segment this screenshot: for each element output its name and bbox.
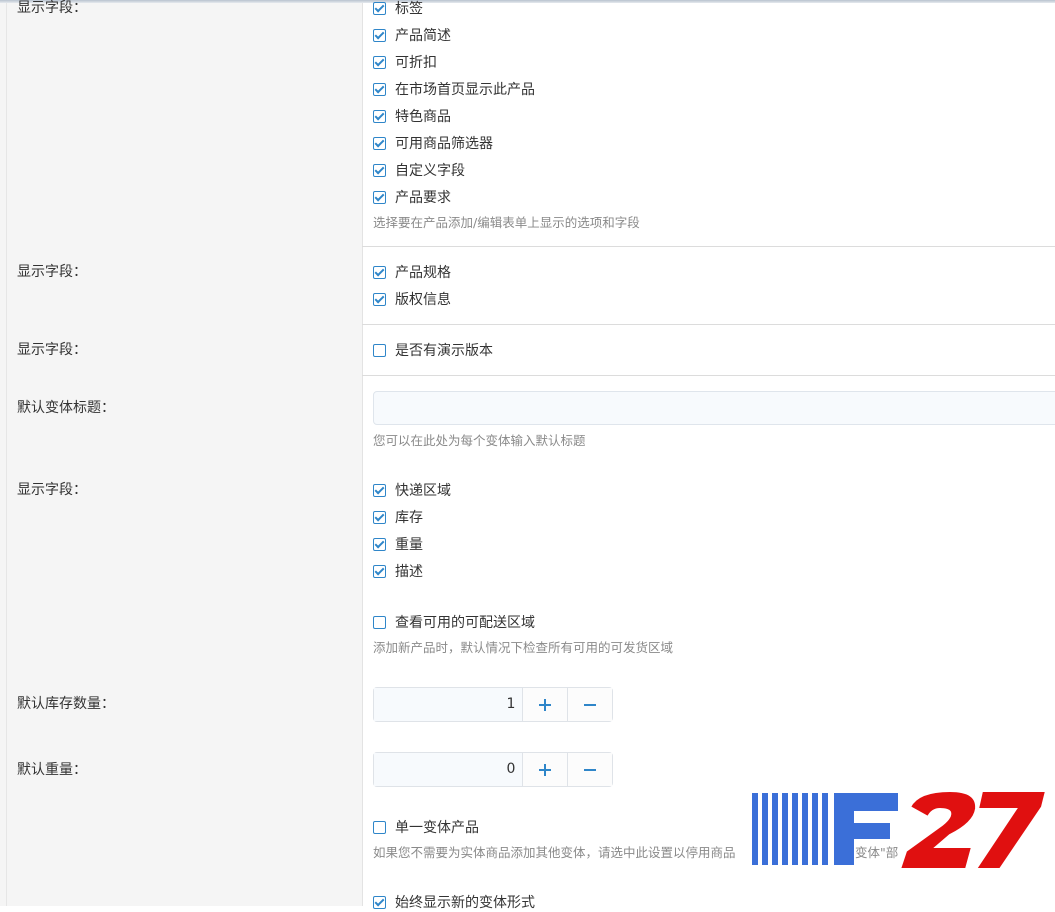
checkbox-show-on-homepage[interactable]: 在市场首页显示此产品: [373, 80, 535, 98]
checkbox-tags[interactable]: 标签: [373, 0, 423, 17]
checkbox-has-demo[interactable]: 是否有演示版本: [373, 341, 493, 359]
checkbox-checked-icon: [373, 136, 386, 150]
checkbox-checked-icon: [373, 564, 386, 578]
checkbox-product-summary[interactable]: 产品简述: [373, 26, 451, 44]
checkbox-view-available-zones[interactable]: 查看可用的可配送区域: [373, 613, 535, 631]
checkbox-checked-icon: [373, 55, 386, 69]
checkbox-stock[interactable]: 库存: [373, 508, 423, 526]
checkbox-checked-icon: [373, 163, 386, 177]
field-label-default-variant-title: 默认变体标题：: [17, 400, 115, 416]
checkbox-checked-icon: [373, 1, 386, 15]
field-label-display-fields-3: 显示字段：: [17, 342, 87, 358]
section8-hint: 如果您不需要为实体商品添加其他变体，请选中此设置以停用商品: [373, 845, 736, 860]
checkbox-shipping-zones[interactable]: 快递区域: [373, 481, 451, 499]
checkbox-checked-icon: [373, 895, 386, 909]
field-label-default-stock: 默认库存数量：: [17, 696, 115, 712]
section4-hint: 您可以在此处为每个变体输入默认标题: [373, 433, 586, 448]
divider: [362, 246, 1055, 247]
checkbox-product-requirements[interactable]: 产品要求: [373, 188, 451, 206]
checkbox-checked-icon: [373, 109, 386, 123]
field-label-default-weight: 默认重量：: [17, 762, 87, 778]
divider: [362, 375, 1055, 376]
divider: [362, 324, 1055, 325]
default-stock-input[interactable]: 1: [374, 688, 524, 721]
default-weight-stepper[interactable]: 0: [373, 752, 613, 787]
minus-icon: [584, 703, 597, 706]
checkbox-checked-icon: [373, 190, 386, 204]
checkbox-description[interactable]: 描述: [373, 562, 423, 580]
checkbox-product-specs[interactable]: 产品规格: [373, 263, 451, 281]
plus-icon: [539, 763, 552, 776]
checkbox-checked-icon: [373, 483, 386, 497]
checkbox-checked-icon: [373, 82, 386, 96]
checkbox-featured[interactable]: 特色商品: [373, 107, 451, 125]
decrement-button[interactable]: [568, 688, 612, 721]
checkbox-unchecked-icon: [373, 615, 386, 629]
increment-button[interactable]: [523, 688, 569, 721]
section5-hint: 添加新产品时，默认情况下检查所有可用的可发货区域: [373, 640, 674, 655]
checkbox-always-show-variant-form[interactable]: 始终显示新的变体形式: [373, 893, 535, 911]
field-label-display-fields-2: 显示字段：: [17, 264, 87, 280]
default-variant-title-input[interactable]: [373, 391, 1055, 425]
plus-icon: [539, 698, 552, 711]
section1-hint: 选择要在产品添加/编辑表单上显示的选项和字段: [373, 215, 640, 230]
checkbox-checked-icon: [373, 265, 386, 279]
checkbox-single-variant[interactable]: 单一变体产品: [373, 818, 479, 836]
field-label-display-fields-1: 显示字段：: [17, 0, 87, 16]
f27-logo: [752, 789, 1048, 870]
checkbox-discountable[interactable]: 可折扣: [373, 53, 437, 71]
default-weight-input[interactable]: 0: [374, 753, 524, 786]
top-border: [0, 0, 1055, 3]
default-stock-stepper[interactable]: 1: [373, 687, 613, 722]
checkbox-unchecked-icon: [373, 343, 386, 357]
minus-icon: [584, 768, 597, 771]
checkbox-checked-icon: [373, 28, 386, 42]
checkbox-checked-icon: [373, 292, 386, 306]
increment-button[interactable]: [523, 753, 569, 786]
decrement-button[interactable]: [568, 753, 612, 786]
checkbox-copyright-info[interactable]: 版权信息: [373, 290, 451, 308]
field-label-display-fields-5: 显示字段：: [17, 482, 87, 498]
checkbox-checked-icon: [373, 537, 386, 551]
checkbox-weight[interactable]: 重量: [373, 535, 423, 553]
checkbox-product-filters[interactable]: 可用商品筛选器: [373, 134, 493, 152]
checkbox-checked-icon: [373, 510, 386, 524]
checkbox-custom-fields[interactable]: 自定义字段: [373, 161, 465, 179]
checkbox-unchecked-icon: [373, 820, 386, 834]
